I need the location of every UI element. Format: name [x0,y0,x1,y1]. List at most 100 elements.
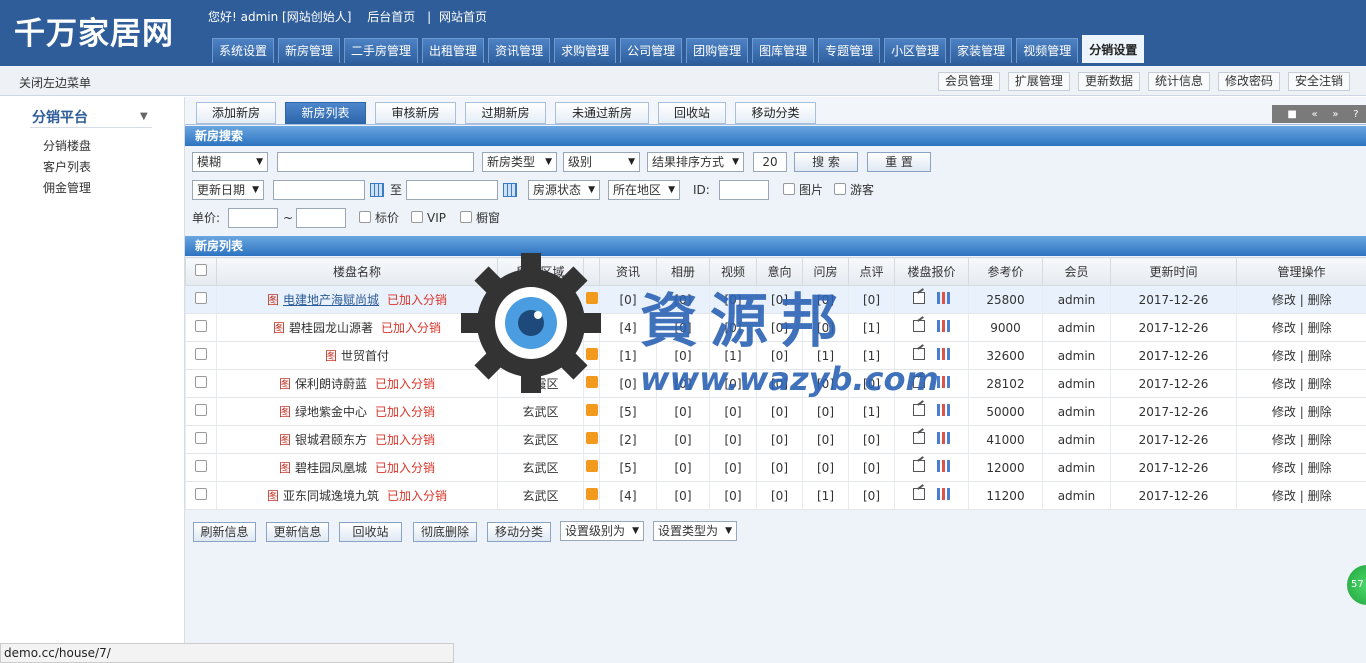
sort-select[interactable]: 结果排序方式 [647,152,744,172]
album-count[interactable]: [0] [656,481,710,510]
review-count[interactable]: [0] [848,481,895,510]
picture-tag[interactable]: 图 [267,293,279,307]
logout-button[interactable]: 安全注销 [1287,72,1350,91]
id-input[interactable] [719,180,769,200]
nav-tab-0[interactable]: 系统设置 [212,38,275,63]
news-count[interactable]: [4] [599,313,657,342]
picture-tag[interactable]: 图 [325,349,337,363]
album-count[interactable]: [0] [656,425,710,454]
album-count[interactable]: [0] [656,369,710,398]
news-count[interactable]: [5] [599,453,657,482]
price-from-input[interactable] [228,208,278,228]
vip-checkbox[interactable] [411,211,423,223]
intent-count[interactable]: [0] [756,313,803,342]
refresh-info-button[interactable]: 刷新信息 [193,522,256,542]
reset-button[interactable]: 重 置 [867,152,931,172]
price-chart-icon[interactable] [937,460,950,472]
row-checkbox[interactable] [195,348,207,360]
house-name-link[interactable]: 世贸首付 [341,349,389,363]
video-count[interactable]: [0] [709,313,757,342]
house-type-select[interactable]: 新房类型 [482,152,557,172]
sidebar-title[interactable]: 分销平台 [32,107,88,127]
ask-count[interactable]: [0] [802,313,849,342]
nav-tab-3[interactable]: 出租管理 [422,38,485,63]
ask-count[interactable]: [1] [802,341,849,370]
edit-quote-icon[interactable] [913,320,925,332]
row-checkbox[interactable] [195,432,207,444]
calendar-icon[interactable] [503,183,517,197]
delete-link[interactable]: 删除 [1308,377,1332,391]
news-count[interactable]: [4] [599,481,657,510]
tab-recycle-bin[interactable]: 回收站 [658,102,726,124]
news-count[interactable]: [2] [599,425,657,454]
price-chart-icon[interactable] [937,404,950,416]
picture-checkbox[interactable] [783,183,795,195]
statistics-button[interactable]: 统计信息 [1147,72,1210,91]
tab-expired-house[interactable]: 过期新房 [465,102,546,124]
help-icon[interactable]: ? [1353,109,1358,120]
date-from-input[interactable] [273,180,365,200]
guest-checkbox[interactable] [834,183,846,195]
ask-count[interactable]: [0] [802,369,849,398]
edit-quote-icon[interactable] [913,488,925,500]
set-type-select[interactable]: 设置类型为 [653,521,737,541]
status-select[interactable]: 房源状态 [528,180,600,200]
calendar-icon[interactable] [370,183,384,197]
date-field-select[interactable]: 更新日期 [192,180,264,200]
select-all-checkbox[interactable] [195,264,207,276]
nav-tab-12[interactable]: 视频管理 [1016,38,1079,63]
intent-count[interactable]: [0] [756,397,803,426]
picture-tag[interactable]: 图 [279,461,291,475]
level-select[interactable]: 级别 [563,152,640,172]
edit-link[interactable]: 修改 [1272,405,1296,419]
nav-tab-5[interactable]: 求购管理 [554,38,617,63]
match-mode-select[interactable]: 模糊 [192,152,268,172]
picture-tag[interactable]: 图 [279,377,291,391]
video-count[interactable]: [0] [709,481,757,510]
house-name-link[interactable]: 碧桂园龙山源著 [289,321,373,335]
price-chart-icon[interactable] [937,432,950,444]
timeline-icon[interactable] [585,320,598,332]
toggle-left-menu-link[interactable]: 关闭左边菜单 [19,74,91,91]
video-count[interactable]: [0] [709,285,757,314]
timeline-icon[interactable] [585,432,598,444]
intent-count[interactable]: [0] [756,453,803,482]
review-count[interactable]: [0] [848,369,895,398]
video-count[interactable]: [1] [709,341,757,370]
picture-tag[interactable]: 图 [267,489,279,503]
triangle-down-icon[interactable]: ▼ [140,111,148,122]
sidebar-item-commission[interactable]: 佣金管理 [43,179,91,196]
sidebar-item-customer-list[interactable]: 客户列表 [43,158,91,175]
review-count[interactable]: [1] [848,397,895,426]
intent-count[interactable]: [0] [756,341,803,370]
site-home-link[interactable]: 网站首页 [439,10,487,24]
intent-count[interactable]: [0] [756,285,803,314]
update-data-button[interactable]: 更新数据 [1077,72,1140,91]
price-chart-icon[interactable] [937,320,950,332]
review-count[interactable]: [1] [848,341,895,370]
edit-link[interactable]: 修改 [1272,433,1296,447]
edit-link[interactable]: 修改 [1272,349,1296,363]
delete-link[interactable]: 删除 [1308,433,1332,447]
video-count[interactable]: [0] [709,369,757,398]
nav-tab-11[interactable]: 家装管理 [950,38,1013,63]
tab-rejected-house[interactable]: 未通过新房 [555,102,649,124]
review-count[interactable]: [0] [848,285,895,314]
row-checkbox[interactable] [195,404,207,416]
nav-tab-7[interactable]: 团购管理 [686,38,749,63]
member-manage-button[interactable]: 会员管理 [937,72,1000,91]
move-category-button[interactable]: 移动分类 [487,522,551,542]
edit-link[interactable]: 修改 [1272,489,1296,503]
ask-count[interactable]: [0] [802,453,849,482]
album-count[interactable]: [0] [656,341,710,370]
nav-tab-10[interactable]: 小区管理 [884,38,947,63]
intent-count[interactable]: [0] [756,425,803,454]
delete-link[interactable]: 删除 [1308,489,1332,503]
row-checkbox[interactable] [195,460,207,472]
edit-quote-icon[interactable] [913,432,925,444]
row-checkbox[interactable] [195,488,207,500]
house-name-link[interactable]: 保利朗诗蔚蓝 [295,377,367,391]
nav-tab-4[interactable]: 资讯管理 [488,38,551,63]
house-name-link[interactable]: 电建地产海赋尚城 [283,293,379,307]
edit-quote-icon[interactable] [913,292,925,304]
